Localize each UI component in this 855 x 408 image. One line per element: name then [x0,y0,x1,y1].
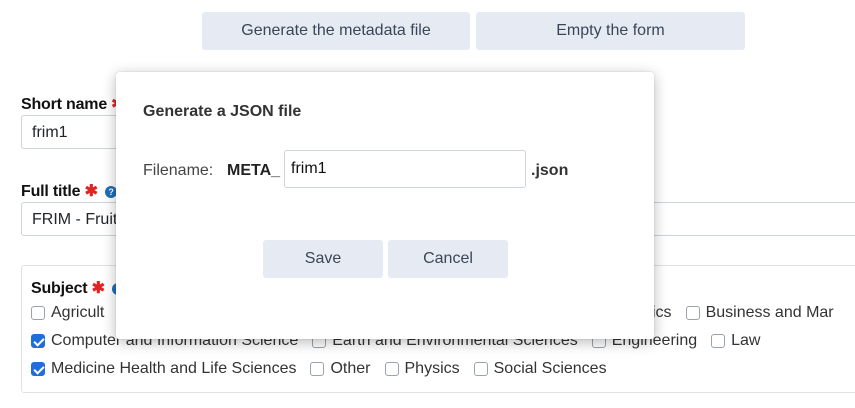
subject-label-group: Subject ✱ ? [31,278,125,298]
filename-input[interactable] [284,150,526,188]
checkbox-icon[interactable] [31,362,45,376]
checkbox-icon[interactable] [310,362,325,376]
full-title-label-group: Full title ✱ ? [21,181,118,201]
empty-form-button[interactable]: Empty the form [476,12,745,50]
subject-checkbox[interactable]: Physics [384,360,460,378]
subject-row-1: Agricult [31,304,118,322]
checkbox-icon[interactable] [685,306,700,320]
subject-checkbox[interactable]: Law [711,332,760,350]
checkbox-label: Law [731,332,761,349]
required-icon: ✱ [91,280,105,297]
full-title-label: Full title [21,183,81,200]
checkbox-label: Physics [404,360,460,377]
short-name-label-group: Short name ✱ [21,94,125,114]
checkbox-icon[interactable] [473,362,488,376]
subject-checkbox[interactable]: Business and Mar [685,304,834,322]
subject-checkbox[interactable]: Agricult [31,304,104,322]
subject-checkbox[interactable]: Other [310,360,371,378]
subject-checkbox[interactable]: Social Sciences [473,360,607,378]
checkbox-label: Social Sciences [493,360,607,377]
generate-metadata-button[interactable]: Generate the metadata file [202,12,470,50]
checkbox-label: Business and Mar [705,304,834,321]
checkbox-label: Agricult [51,304,105,321]
short-name-label: Short name [21,96,108,113]
checkbox-icon[interactable] [31,306,45,320]
cancel-button[interactable]: Cancel [388,240,508,278]
required-icon: ✱ [84,183,98,200]
filename-prefix: META_ [227,162,281,179]
save-button[interactable]: Save [263,240,383,278]
subject-row-3: Medicine Health and Life Sciences Other … [31,360,621,378]
subject-checkbox[interactable]: Medicine Health and Life Sciences [31,360,296,378]
checkbox-icon[interactable] [711,334,726,348]
subject-row-1b: ics Business and Mar [652,304,848,322]
subject-label: Subject [31,280,88,297]
checkbox-label: Medicine Health and Life Sciences [51,360,297,377]
filename-suffix: .json [531,162,569,179]
filename-label: Filename: [143,162,214,179]
checkbox-icon[interactable] [384,362,399,376]
checkbox-icon[interactable] [31,334,45,348]
dialog-title: Generate a JSON file [143,103,302,120]
subject-checkbox[interactable]: ics [652,304,672,322]
checkbox-label: ics [652,304,672,321]
generate-json-dialog: Generate a JSON file Filename: META_ .js… [116,72,654,339]
checkbox-label: Other [330,360,371,377]
